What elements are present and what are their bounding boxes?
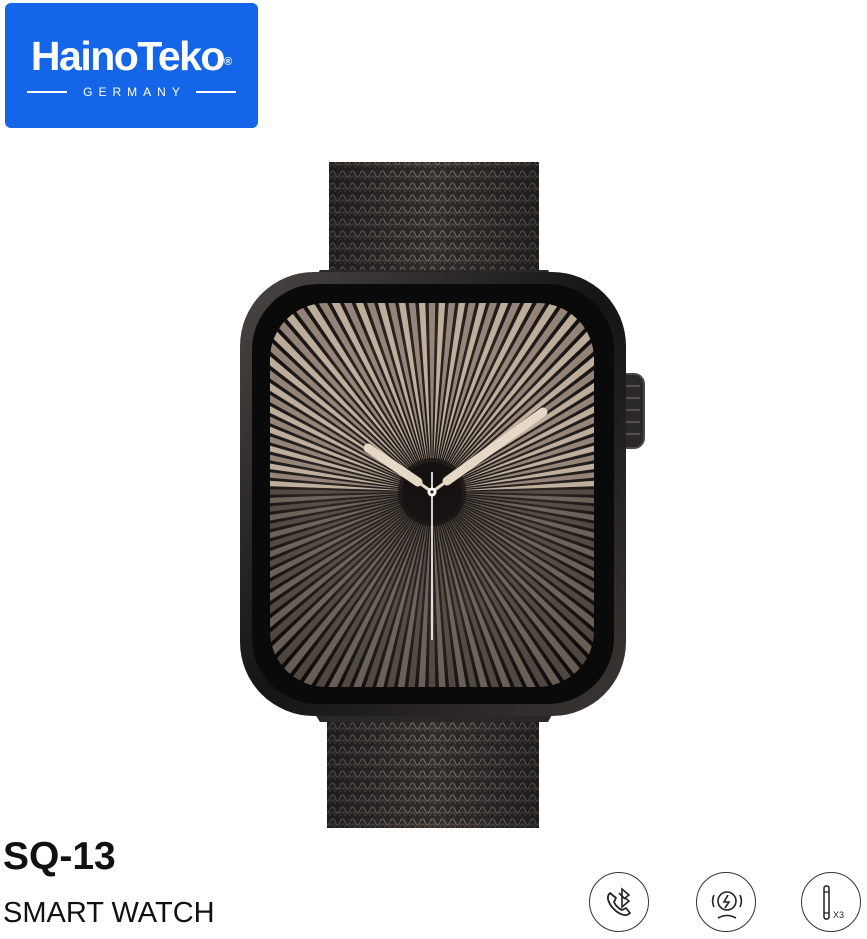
strap-pins-icon: X3 [801, 872, 861, 932]
product-model: SQ-13 [3, 835, 116, 878]
wireless-charging-icon [696, 872, 756, 932]
bottom-strap [327, 712, 539, 828]
smartwatch-image [240, 162, 645, 828]
product-category: SMART WATCH [3, 897, 215, 929]
bluetooth-call-icon [589, 872, 649, 932]
pins-count: X3 [833, 910, 844, 920]
top-strap [329, 162, 539, 270]
